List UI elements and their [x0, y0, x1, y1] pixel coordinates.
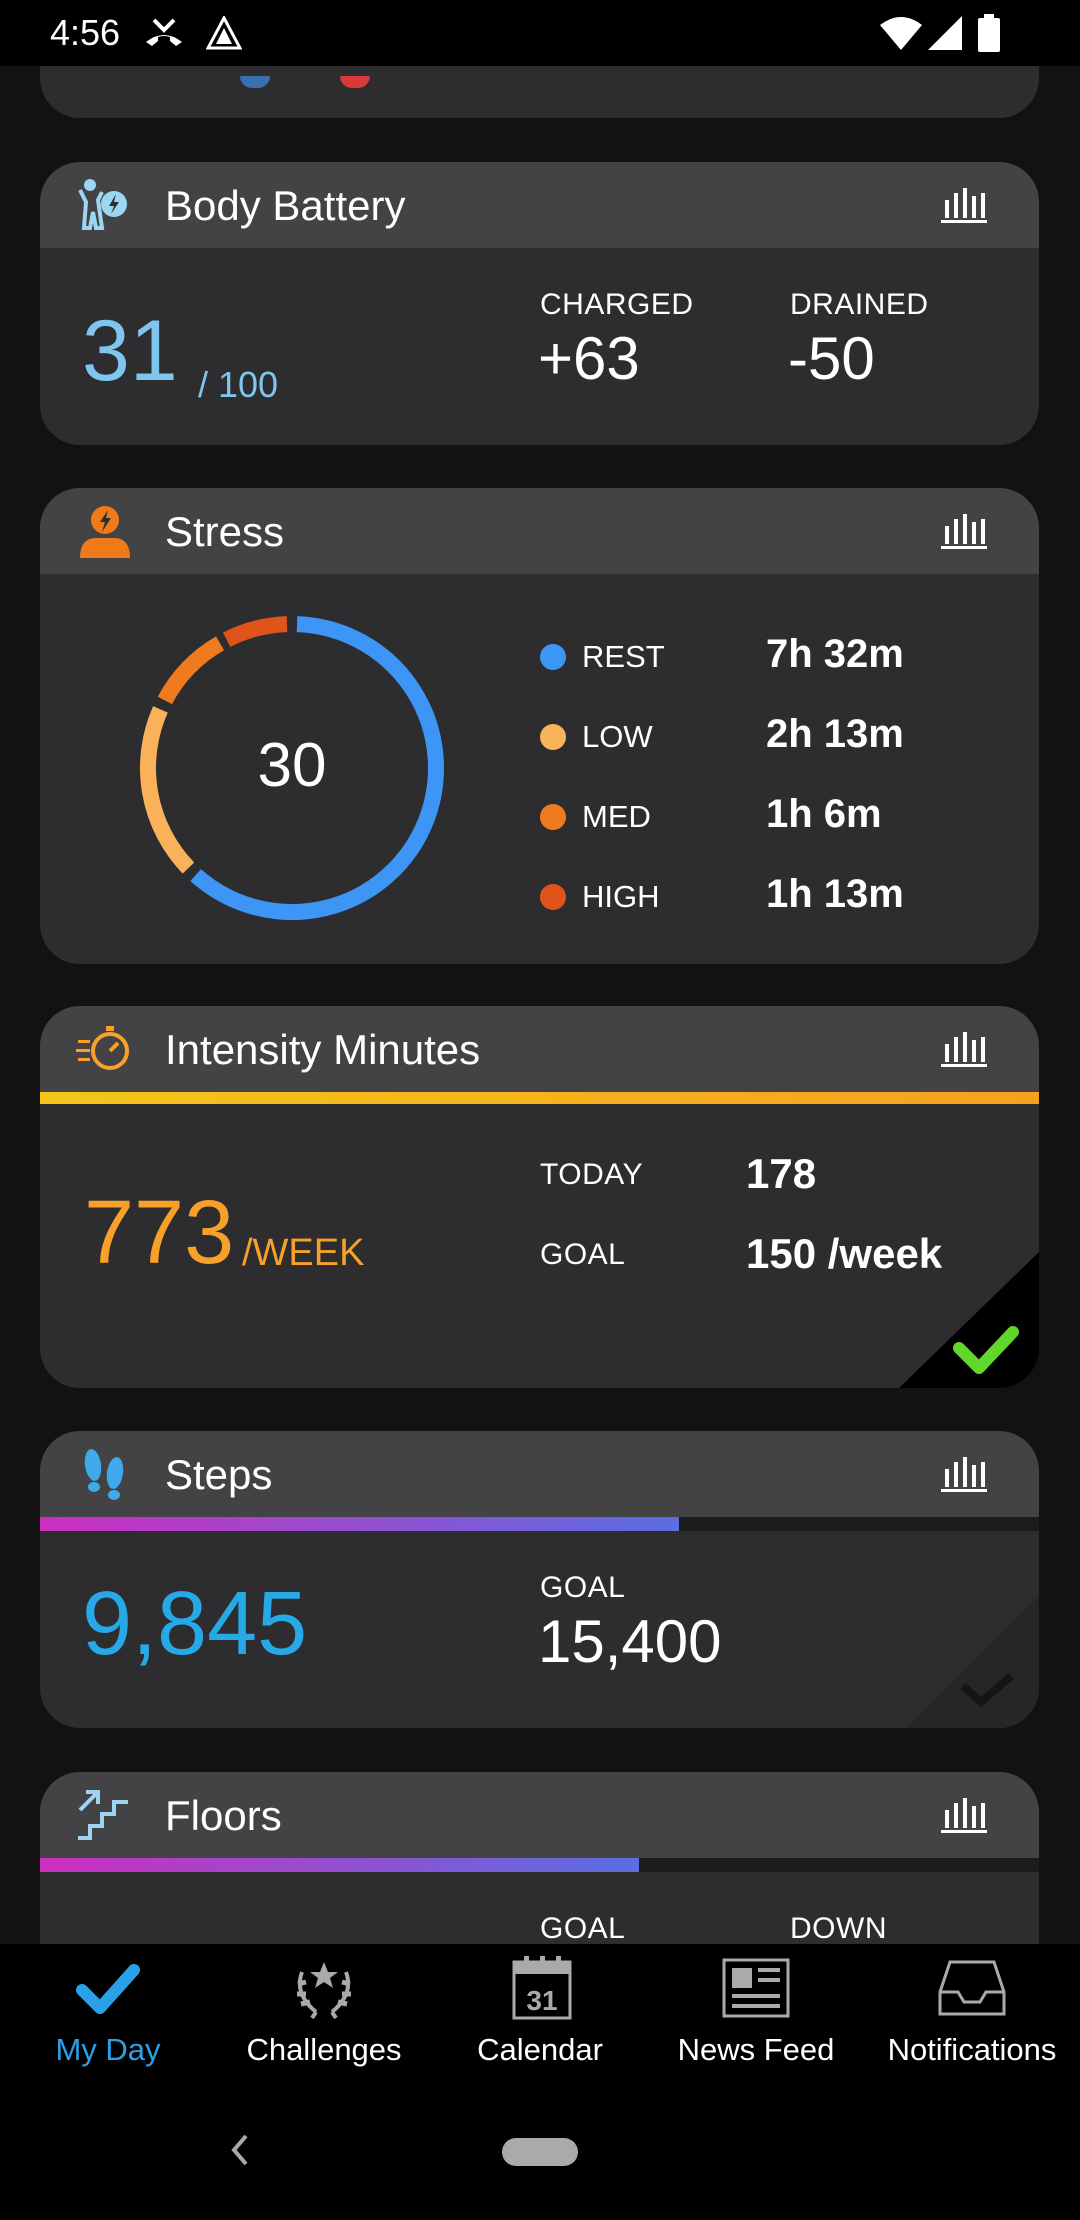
body-battery-icon — [78, 179, 127, 230]
drained-label: DRAINED — [790, 288, 929, 321]
steps-card[interactable]: Steps 9,845 GOAL 15,400 — [40, 1431, 1039, 1728]
nav-news-feed[interactable]: News Feed — [648, 1944, 864, 2088]
bar-chart-icon[interactable] — [941, 1453, 987, 1493]
back-chevron-icon[interactable] — [224, 2130, 254, 2170]
floors-card[interactable]: Floors GOAL DOWN — [40, 1772, 1039, 1944]
home-pill[interactable] — [502, 2138, 578, 2166]
stress-rest-dot — [540, 644, 566, 670]
status-bar: 4:56 — [0, 0, 1080, 66]
previous-card[interactable] — [40, 66, 1039, 118]
bar-chart-icon[interactable] — [941, 1028, 987, 1068]
goal-not-met-badge — [907, 1596, 1039, 1728]
intensity-header: Intensity Minutes — [40, 1006, 1039, 1092]
body-battery-card[interactable]: Body Battery 31 / 100 CHARGED +63 DRAINE… — [40, 162, 1039, 445]
stress-title: Stress — [165, 508, 285, 555]
goal-label: GOAL — [540, 1238, 626, 1271]
body-battery-title: Body Battery — [165, 182, 406, 229]
stress-header: Stress — [40, 488, 1039, 574]
steps-goal-label: GOAL — [540, 1571, 626, 1604]
bottom-navigation: My Day Challenges 31 Calendar News Feed … — [0, 1944, 1080, 2088]
nav-notifications[interactable]: Notifications — [864, 1944, 1080, 2088]
nav-calendar[interactable]: 31 Calendar — [432, 1944, 648, 2088]
body-battery-value: 31 — [82, 303, 178, 399]
missed-call-icon — [146, 18, 182, 46]
floors-title: Floors — [165, 1792, 282, 1839]
intensity-minutes-card[interactable]: Intensity Minutes 773 /WEEK TODAY 178 GO… — [40, 1006, 1039, 1388]
goal-met-badge — [899, 1252, 1039, 1388]
intensity-unit: /WEEK — [242, 1232, 365, 1274]
stress-level-duration: 2h 13m — [766, 712, 904, 756]
stress-value: 30 — [257, 731, 327, 800]
newspaper-icon — [722, 1958, 790, 2018]
system-navigation-bar — [0, 2088, 1080, 2220]
nav-challenges[interactable]: Challenges — [216, 1944, 432, 2088]
stress-level-label: MED — [582, 799, 651, 834]
floors-progress-fill — [40, 1858, 640, 1872]
stopwatch-icon — [76, 1026, 129, 1070]
app-notification-icon — [206, 16, 242, 50]
nav-label: Calendar — [477, 2032, 603, 2067]
steps-progress-fill — [40, 1517, 680, 1531]
body-battery-header: Body Battery — [40, 162, 1039, 248]
bar-chart-icon[interactable] — [941, 1794, 987, 1834]
nav-my-day[interactable]: My Day — [0, 1944, 216, 2088]
battery-icon — [978, 14, 1000, 52]
intensity-value: 773 — [84, 1183, 235, 1283]
stress-level-duration: 1h 13m — [766, 872, 904, 916]
today-value: 178 — [746, 1150, 817, 1197]
stress-med-dot — [540, 804, 566, 830]
laurel-icon — [297, 1962, 351, 2020]
intensity-title: Intensity Minutes — [165, 1026, 481, 1073]
steps-value: 9,845 — [82, 1574, 308, 1674]
cell-signal-icon — [928, 16, 962, 50]
steps-goal-value: 15,400 — [538, 1608, 722, 1675]
steps-progress-track — [40, 1517, 1039, 1531]
stress-donut-segment-med — [157, 636, 225, 705]
status-time: 4:56 — [50, 12, 121, 53]
inbox-tray-icon — [938, 1960, 1006, 2016]
stress-level-duration: 1h 6m — [766, 792, 882, 836]
nav-label: Notifications — [887, 2032, 1057, 2067]
today-label: TODAY — [540, 1158, 644, 1191]
stress-level-label: REST — [582, 639, 665, 674]
calendar-icon: 31 — [512, 1956, 572, 2020]
stress-icon — [80, 506, 130, 558]
footprints-icon — [84, 1449, 124, 1500]
floors-down-label: DOWN — [790, 1912, 887, 1944]
stress-level-label: LOW — [582, 719, 653, 754]
steps-header: Steps — [40, 1431, 1039, 1517]
stress-level-label: HIGH — [582, 879, 660, 914]
nav-label: Challenges — [246, 2032, 402, 2067]
stress-level-duration: 7h 32m — [766, 632, 904, 676]
floors-goal-label: GOAL — [540, 1912, 626, 1944]
stress-donut-segment-low — [140, 706, 195, 874]
my-day-feed[interactable]: Body Battery 31 / 100 CHARGED +63 DRAINE… — [0, 66, 1080, 1944]
bar-chart-icon[interactable] — [941, 510, 987, 550]
checkmark-icon — [76, 1964, 140, 2014]
steps-title: Steps — [165, 1451, 273, 1498]
floors-progress-track — [40, 1858, 1039, 1872]
body-battery-max: / 100 — [198, 364, 279, 405]
stress-donut-segment-high — [222, 616, 288, 647]
stress-low-dot — [540, 724, 566, 750]
drained-value: -50 — [788, 325, 875, 392]
stress-card[interactable]: Stress 30 REST 7h 32m LOW 2h 13m MED 1h 6m HIG… — [40, 488, 1039, 964]
stress-high-dot — [540, 884, 566, 910]
bar-chart-icon[interactable] — [941, 184, 987, 224]
stairs-icon — [78, 1790, 128, 1840]
charged-value: +63 — [538, 325, 640, 392]
intensity-progress-bar — [40, 1092, 1039, 1104]
nav-label: News Feed — [677, 2032, 835, 2067]
nav-label: My Day — [55, 2032, 161, 2067]
calendar-day-text: 31 — [526, 1985, 557, 2016]
floors-header: Floors — [40, 1772, 1039, 1858]
wifi-icon — [880, 17, 922, 50]
charged-label: CHARGED — [540, 288, 694, 321]
